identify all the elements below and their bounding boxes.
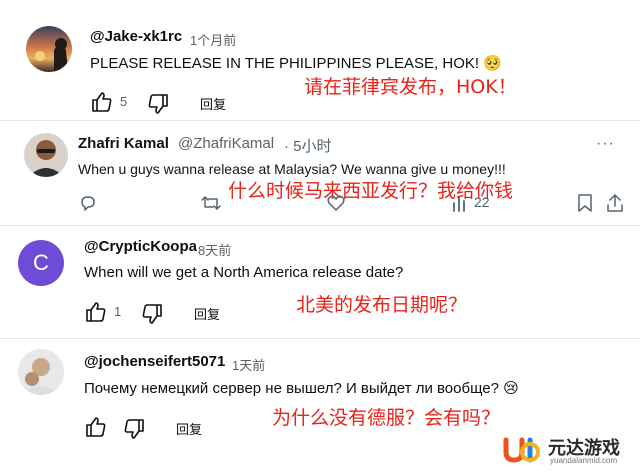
- like-count: 1: [114, 304, 122, 319]
- watermark-domain: yuandalanmid.com: [550, 456, 618, 465]
- comment-text: When u guys wanna release at Malaysia? W…: [78, 161, 506, 177]
- view-count: 22: [474, 194, 490, 210]
- comment-2: Zhafri Kamal @ZhafriKamal · 5小时 ··· When…: [0, 121, 640, 225]
- avatar-letter: C: [33, 250, 49, 275]
- more-options-button[interactable]: ···: [596, 135, 615, 153]
- comment-3: C @CrypticKoopa 8天前 When will we get a N…: [0, 226, 640, 338]
- thumbs-up-icon[interactable]: [90, 90, 114, 114]
- views-icon[interactable]: [452, 193, 470, 213]
- translation-annotation: 请在菲律宾发布，HOK！: [304, 76, 517, 98]
- thumbs-down-icon[interactable]: [146, 92, 170, 116]
- avatar[interactable]: [18, 349, 64, 395]
- avatar[interactable]: [24, 133, 68, 177]
- comment-text: When will we get a North America release…: [84, 264, 404, 281]
- thumbs-up-icon[interactable]: [84, 300, 108, 324]
- thumbs-down-icon[interactable]: [140, 302, 164, 326]
- bookmark-icon[interactable]: [576, 193, 594, 213]
- comment-1: @Jake-xk1rc 1个月前 PLEASE RELEASE IN THE P…: [0, 0, 640, 120]
- watermark-icon: [503, 437, 540, 463]
- thumbs-up-icon[interactable]: [84, 415, 108, 439]
- reply-button[interactable]: 回复: [176, 419, 202, 438]
- comment-time[interactable]: 8天前: [198, 240, 231, 259]
- comment-author-name[interactable]: Zhafri Kamal: [78, 135, 169, 152]
- heart-icon[interactable]: [326, 193, 346, 213]
- comment-author[interactable]: @ZhafriKamal: [178, 135, 274, 152]
- reply-button[interactable]: 回复: [200, 94, 226, 113]
- comment-time[interactable]: 1天前: [232, 355, 265, 374]
- comment-author[interactable]: @CrypticKoopa: [84, 238, 197, 255]
- comment-time[interactable]: 1个月前: [190, 30, 236, 49]
- retweet-icon[interactable]: [200, 193, 222, 213]
- avatar[interactable]: [26, 26, 72, 72]
- comment-text: Почему немецкий сервер не вышел? И выйде…: [84, 380, 519, 397]
- translation-annotation: 为什么没有德服？会有吗？: [272, 407, 501, 429]
- watermark-logo: 元达游戏 yuandalanmid.com: [500, 432, 632, 466]
- comment-text: PLEASE RELEASE IN THE PHILIPPINES PLEASE…: [90, 55, 502, 72]
- translation-annotation: 北美的发布日期呢？: [296, 294, 468, 316]
- share-icon[interactable]: [606, 193, 624, 213]
- translation-annotation: 什么时候马来西亚发行？我给你钱: [228, 180, 514, 202]
- comment-time[interactable]: · 5小时: [284, 135, 332, 156]
- comment-author[interactable]: @Jake-xk1rc: [90, 28, 182, 45]
- reply-button[interactable]: 回复: [194, 304, 220, 323]
- comment-4: @jochenseifert5071 1天前 Почему немецкий с…: [0, 339, 640, 472]
- comment-author[interactable]: @jochenseifert5071: [84, 353, 225, 370]
- thumbs-down-icon[interactable]: [122, 417, 146, 441]
- avatar[interactable]: C: [18, 240, 64, 286]
- like-count: 5: [120, 94, 128, 109]
- reply-icon[interactable]: [78, 193, 98, 213]
